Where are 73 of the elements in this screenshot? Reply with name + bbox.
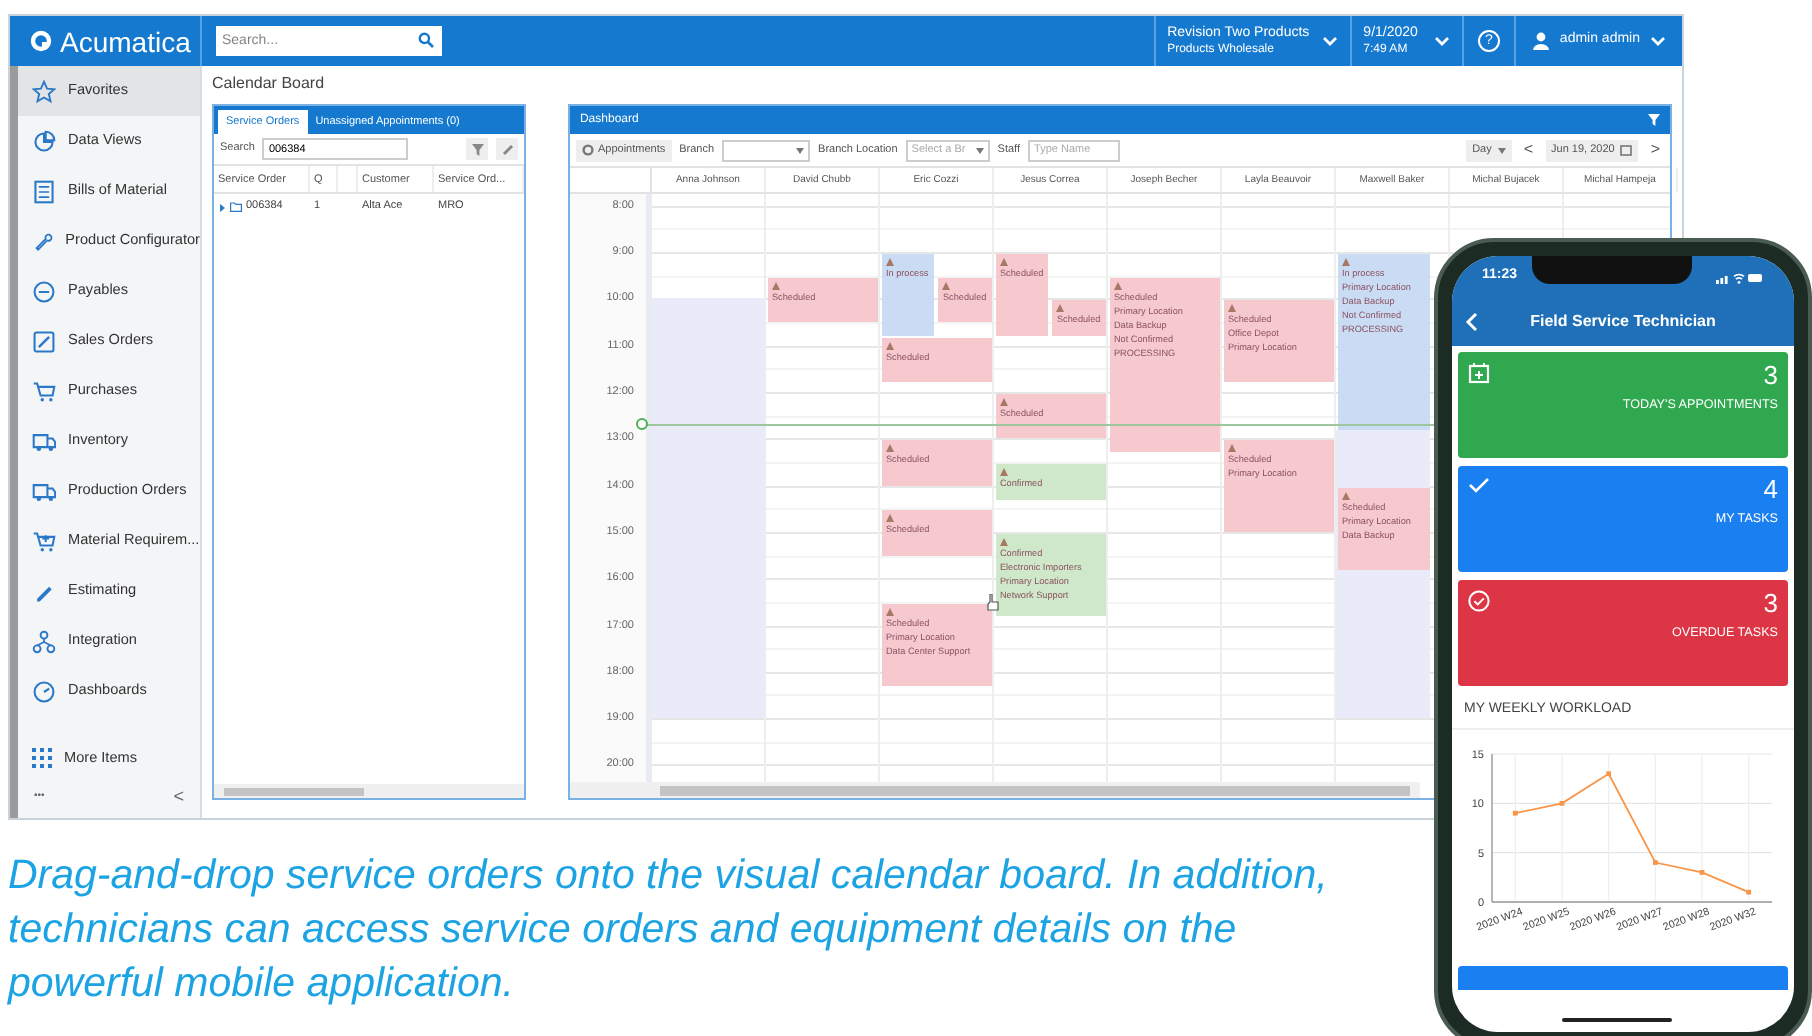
dropdown-icon bbox=[796, 147, 805, 153]
expand-arrow-icon[interactable] bbox=[218, 203, 226, 211]
edit-icon bbox=[32, 329, 56, 353]
search-icon[interactable] bbox=[418, 32, 434, 48]
dropdown-icon bbox=[1497, 147, 1506, 153]
logo-icon bbox=[30, 30, 52, 52]
next-button[interactable]: > bbox=[1646, 138, 1664, 162]
person-icon bbox=[942, 281, 951, 290]
person-icon bbox=[885, 607, 894, 616]
chevron-down-icon bbox=[1433, 35, 1450, 47]
caption: Drag-and-drop service orders onto the visual calendar board. In addition, technicians can access service orders and equipment details on the powerful mobile application. bbox=[8, 850, 1330, 1010]
star-icon bbox=[32, 79, 56, 103]
person-icon bbox=[1341, 491, 1350, 500]
clear-button[interactable] bbox=[496, 138, 518, 160]
logo-text: Acumatica bbox=[60, 27, 191, 55]
data-point bbox=[1746, 888, 1752, 894]
person-icon bbox=[885, 444, 894, 453]
document-icon bbox=[32, 179, 56, 203]
screen-title: Field Service Technician bbox=[1528, 310, 1718, 334]
person-icon bbox=[1056, 304, 1065, 313]
person-icon bbox=[1227, 304, 1236, 313]
check-icon bbox=[1468, 476, 1490, 494]
folder-icon bbox=[230, 202, 242, 212]
data-point bbox=[1559, 799, 1565, 805]
home-indicator bbox=[1562, 1018, 1672, 1022]
tile-count: 3 bbox=[1763, 590, 1778, 618]
tile-count: 3 bbox=[1763, 362, 1778, 390]
tile-count: 4 bbox=[1763, 476, 1778, 504]
previous-button[interactable]: < bbox=[1519, 138, 1538, 162]
person-icon bbox=[1341, 258, 1350, 267]
data-point bbox=[1606, 770, 1612, 776]
gear-icon bbox=[581, 144, 594, 156]
status-icons bbox=[1716, 271, 1764, 283]
filter-button[interactable] bbox=[466, 138, 488, 160]
check-circle-icon bbox=[1468, 590, 1490, 612]
action-bar[interactable] bbox=[1458, 965, 1788, 989]
scrollbar[interactable] bbox=[214, 784, 524, 798]
person-icon bbox=[999, 467, 1008, 476]
data-point bbox=[1512, 809, 1518, 815]
person-icon bbox=[885, 514, 894, 523]
truck-icon bbox=[32, 429, 56, 453]
calendar-icon bbox=[1620, 144, 1633, 156]
person-icon bbox=[1113, 281, 1122, 290]
collapse-button[interactable]: < bbox=[173, 784, 184, 812]
user-icon bbox=[1531, 32, 1550, 50]
dropdown-icon bbox=[975, 147, 984, 153]
scrollbar[interactable] bbox=[569, 782, 1420, 798]
person-icon bbox=[885, 342, 894, 351]
cart-icon bbox=[32, 529, 56, 553]
chevron-down-icon bbox=[1321, 35, 1338, 47]
person-icon bbox=[999, 537, 1008, 546]
filter-icon bbox=[471, 143, 483, 155]
cart-icon bbox=[32, 379, 56, 403]
grid-icon bbox=[32, 748, 52, 768]
hierarchy-icon bbox=[32, 629, 56, 653]
person-icon bbox=[771, 281, 780, 290]
filter-icon[interactable] bbox=[1648, 114, 1660, 126]
chevron-down-icon bbox=[1650, 35, 1666, 47]
data-point bbox=[1699, 869, 1705, 874]
wrench-icon bbox=[32, 229, 54, 253]
minus-circle-icon bbox=[32, 279, 56, 303]
gauge-icon bbox=[32, 679, 56, 703]
truck-icon bbox=[32, 479, 56, 503]
data-point bbox=[1652, 859, 1658, 864]
person-icon bbox=[999, 398, 1008, 407]
back-icon[interactable] bbox=[1464, 312, 1478, 332]
page-title: Calendar Board bbox=[212, 72, 327, 96]
pie-chart-icon bbox=[32, 129, 56, 153]
eraser-icon bbox=[501, 143, 513, 155]
person-icon bbox=[999, 258, 1008, 267]
person-icon bbox=[885, 258, 894, 267]
calendar-icon bbox=[1468, 362, 1490, 384]
person-icon bbox=[1227, 444, 1236, 453]
